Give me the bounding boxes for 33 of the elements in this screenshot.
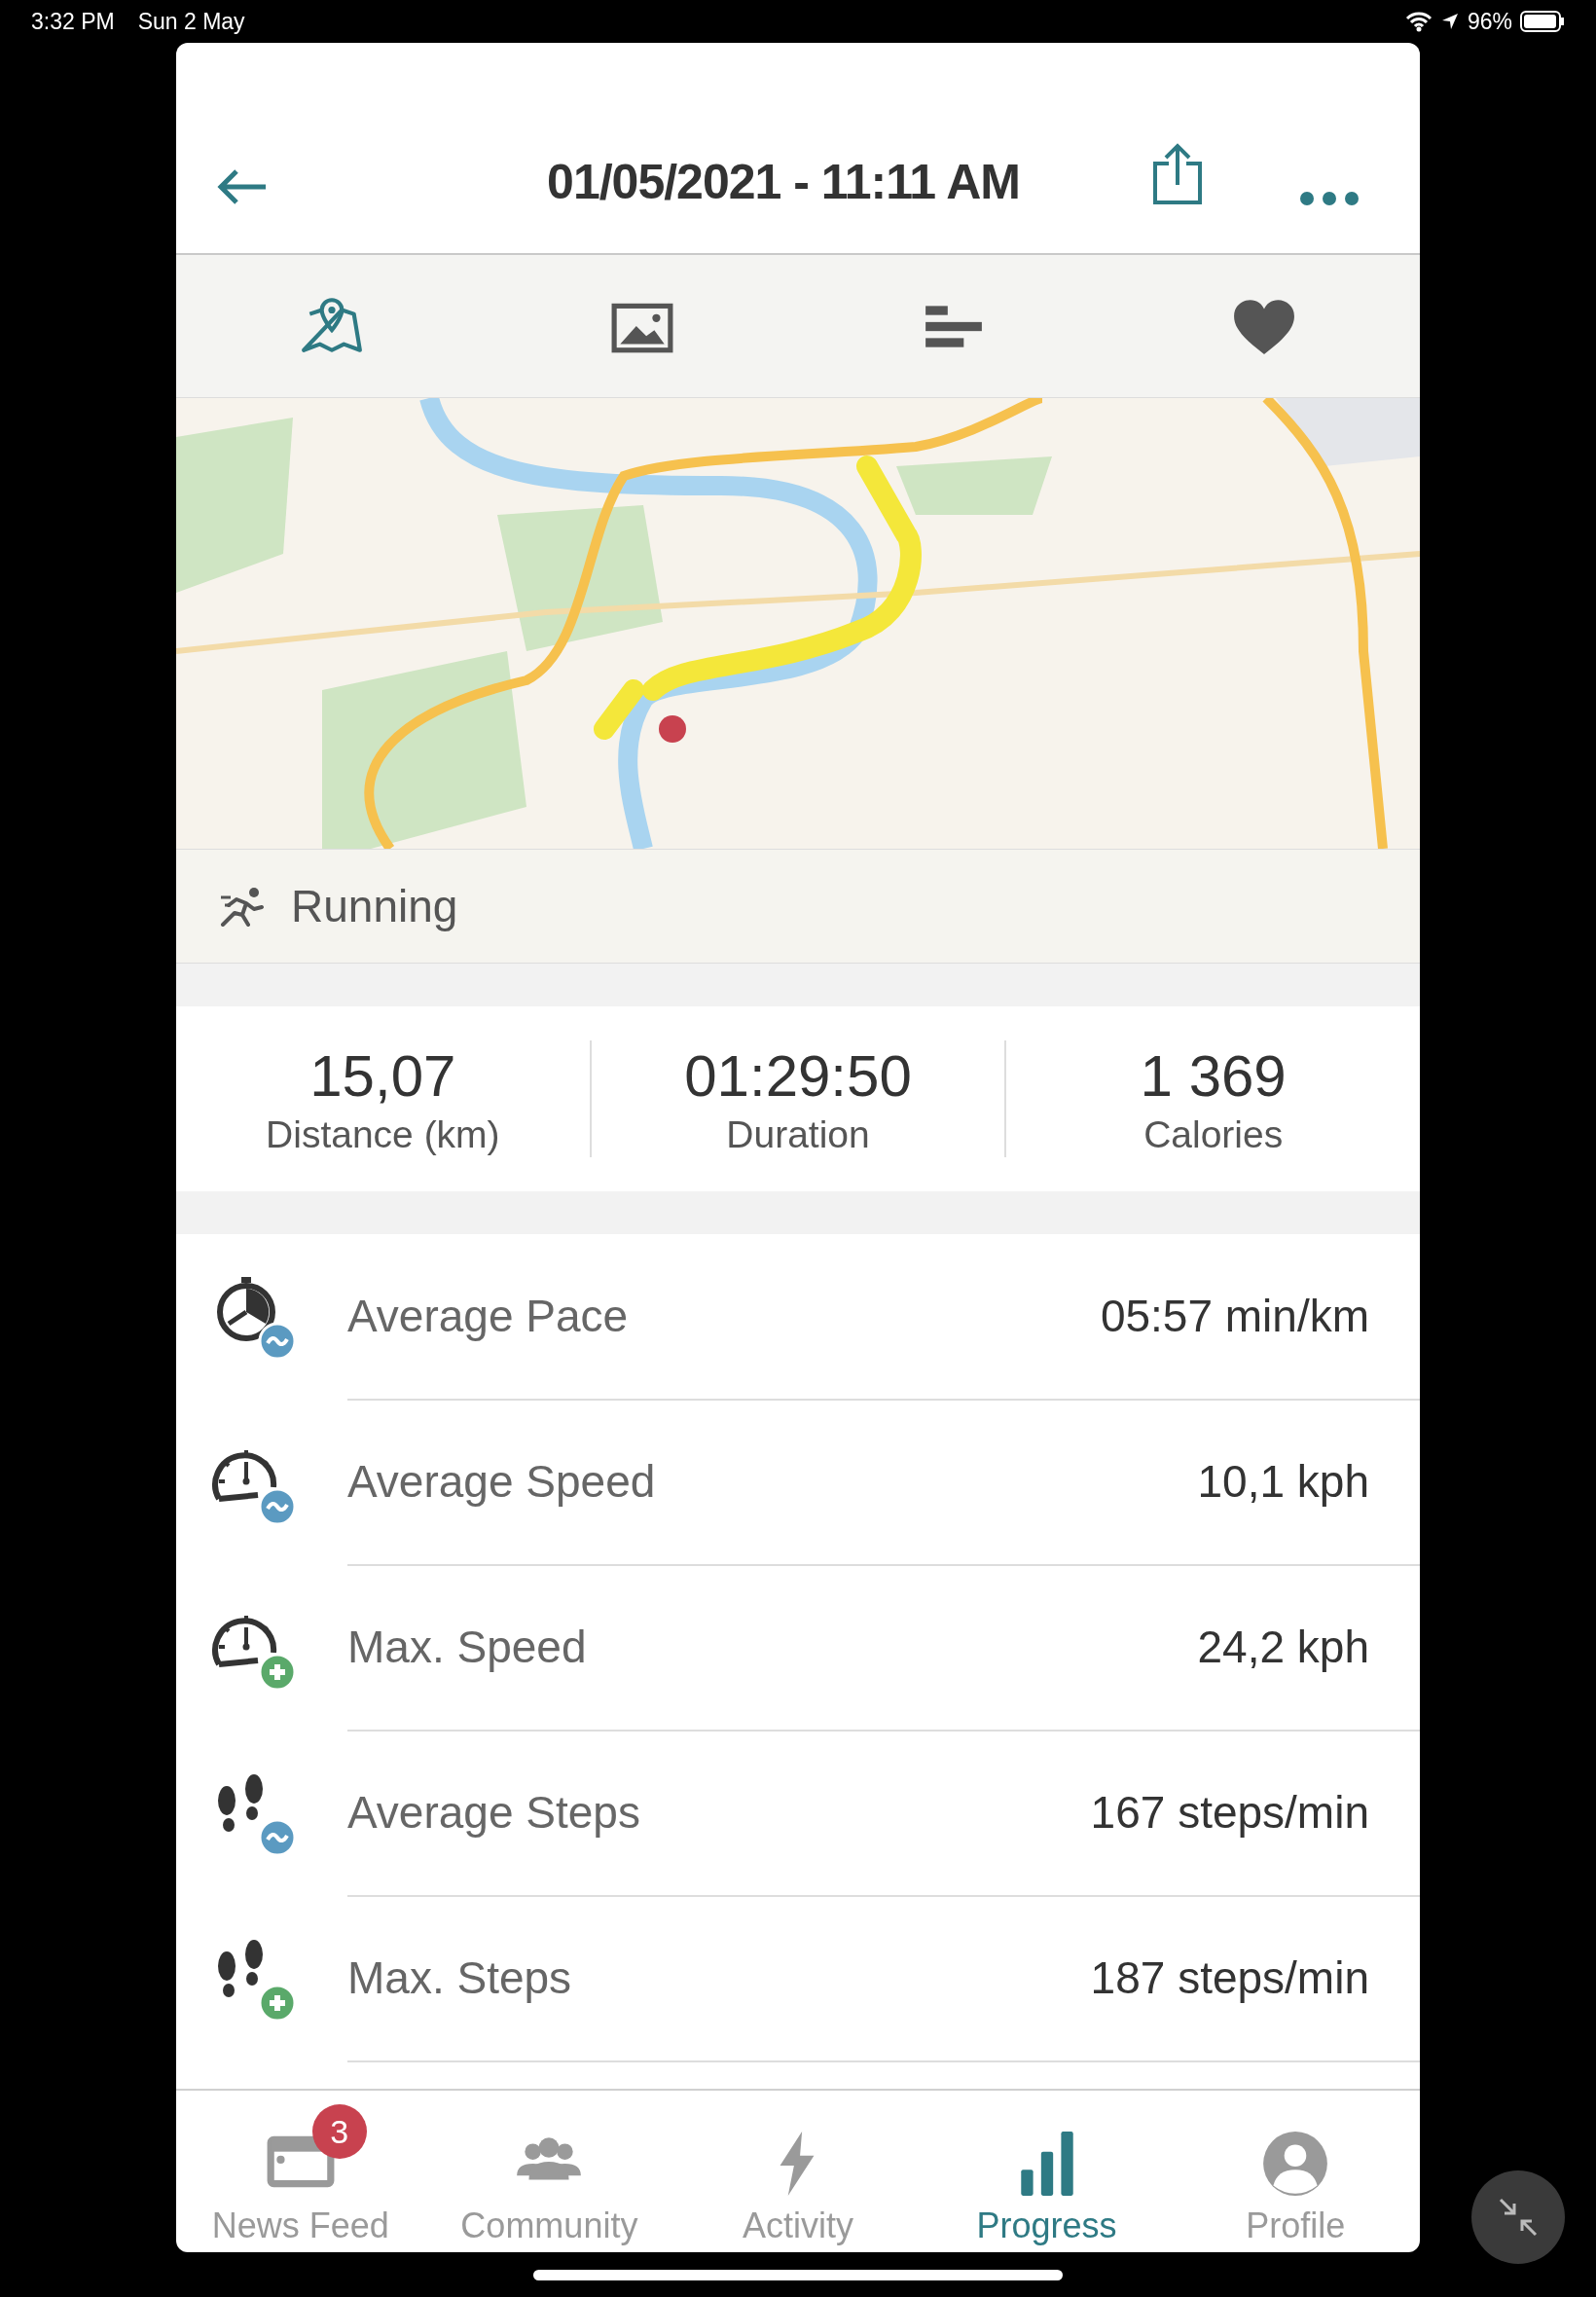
metric-label: Average Pace xyxy=(347,1290,630,1342)
metric-label: Max. Steps xyxy=(347,1951,573,2004)
metric-value: 10,1 kph xyxy=(1197,1455,1369,1508)
status-time: 3:32 PM xyxy=(31,8,115,35)
status-date: Sun 2 May xyxy=(137,8,245,35)
summary-value: 01:29:50 xyxy=(684,1041,912,1110)
wifi-icon xyxy=(1404,11,1433,32)
nav-tab[interactable]: Activity xyxy=(673,2091,923,2252)
more-icon xyxy=(1299,191,1360,206)
metric-label: Average Speed xyxy=(347,1455,657,1508)
summary-label: Distance (km) xyxy=(266,1112,500,1156)
battery-percent: 96% xyxy=(1467,8,1512,35)
battery-icon xyxy=(1520,11,1565,32)
nav-tab[interactable]: Community xyxy=(424,2091,674,2252)
nav-tab[interactable]: Profile xyxy=(1171,2091,1420,2252)
minimize-icon xyxy=(1497,2196,1540,2239)
nav-tab[interactable]: Progress xyxy=(922,2091,1172,2252)
summary-value: 15,07 xyxy=(309,1041,456,1110)
activity-type: Running xyxy=(291,880,458,932)
running-icon xyxy=(219,886,264,927)
metric-value: 24,2 kph xyxy=(1197,1621,1369,1673)
summary-label: Duration xyxy=(726,1112,870,1156)
metric-label: Average Steps xyxy=(347,1786,641,1839)
notification-badge: 3 xyxy=(311,2104,367,2159)
summary-value: 1 369 xyxy=(1140,1041,1287,1110)
metric-label: Max. Speed xyxy=(347,1621,588,1673)
nav-tab[interactable]: News Feed 3 xyxy=(176,2091,425,2252)
summary-label: Calories xyxy=(1143,1112,1284,1156)
metric-value: 05:57 min/km xyxy=(1100,1290,1369,1342)
metric-value: 167 steps/min xyxy=(1090,1786,1369,1839)
window-title: 01/05/2021 - 11:11 AM xyxy=(546,154,1021,210)
metric-value: 187 steps/min xyxy=(1090,1951,1369,2004)
share-icon xyxy=(1151,142,1204,206)
